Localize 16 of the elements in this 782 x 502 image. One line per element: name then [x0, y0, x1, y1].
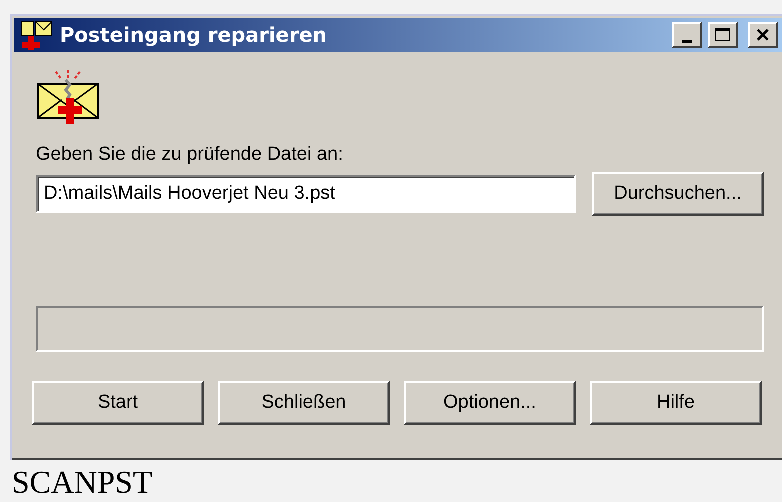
- dialog-button[interactable]: Optionen...: [404, 381, 576, 425]
- close-button[interactable]: [748, 22, 778, 48]
- dialog-button[interactable]: Schließen: [218, 381, 390, 425]
- minimize-button[interactable]: [672, 22, 702, 48]
- dialog-button[interactable]: Hilfe: [590, 381, 762, 425]
- maximize-button[interactable]: [708, 22, 738, 48]
- envelope-repair-icon: [20, 20, 54, 50]
- file-path-field[interactable]: D:\mails\Mails Hooverjet Neu 3.pst: [36, 175, 576, 213]
- minimize-icon: [682, 40, 692, 42]
- maximize-icon: [715, 28, 731, 42]
- window-title: Posteingang reparieren: [60, 23, 328, 47]
- dialog-button[interactable]: Start: [32, 381, 204, 425]
- file-label: Geben Sie die zu prüfende Datei an:: [36, 144, 344, 166]
- browse-button[interactable]: Durchsuchen...: [592, 172, 764, 216]
- caption: SCANPST: [12, 464, 154, 501]
- close-icon: [756, 28, 770, 42]
